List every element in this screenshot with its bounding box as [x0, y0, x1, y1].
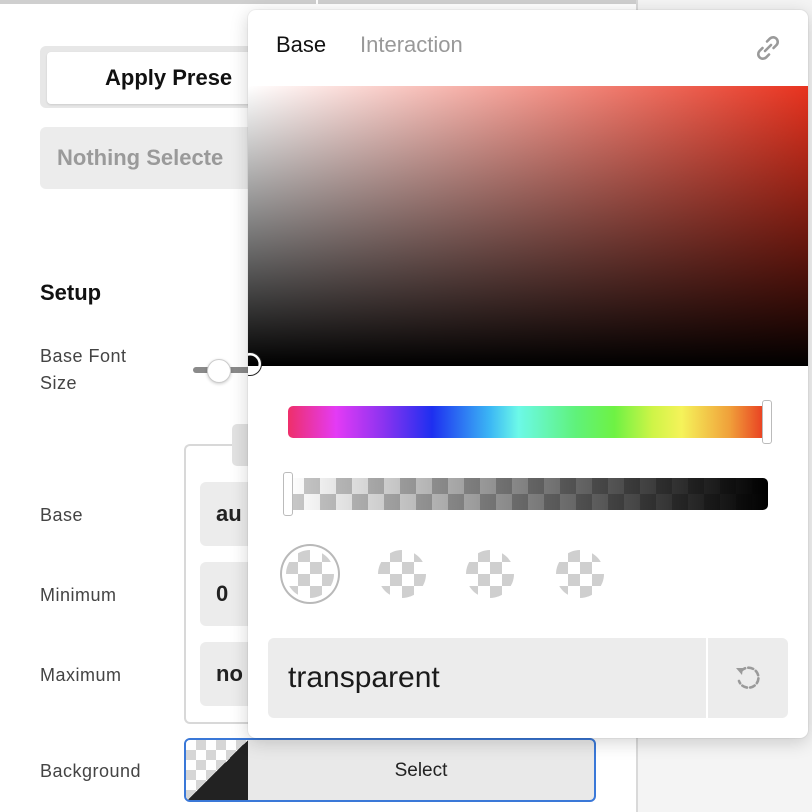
base-font-size-label-line1: Base Font: [40, 346, 127, 366]
minimum-label: Minimum: [40, 585, 117, 605]
link-icon[interactable]: [752, 32, 784, 64]
background-color-swatch[interactable]: [186, 740, 248, 800]
swatch-preset[interactable]: [556, 550, 604, 598]
background-select-label: Select: [394, 760, 448, 781]
background-label: Background: [40, 761, 142, 781]
saturation-value-handle[interactable]: [248, 350, 264, 378]
base-font-size-label-line2: Size: [40, 373, 78, 393]
saturation-value-area[interactable]: [248, 86, 808, 366]
maximum-label: Maximum: [40, 665, 122, 685]
base-font-size-slider-thumb[interactable]: [207, 359, 231, 383]
tab-interaction[interactable]: Interaction: [360, 32, 463, 58]
background-color-select[interactable]: Select: [184, 738, 596, 802]
swatch-preset[interactable]: [466, 550, 514, 598]
color-picker-popup: Base Interaction transparent: [248, 10, 808, 738]
base-font-size-label: Base Font Size: [40, 346, 127, 394]
reset-button[interactable]: [708, 638, 788, 718]
tab-base[interactable]: Base: [276, 32, 326, 58]
hue-slider-handle[interactable]: [762, 400, 772, 444]
swatch-transparent[interactable]: [286, 550, 334, 598]
alpha-slider[interactable]: [288, 478, 768, 510]
alpha-slider-handle[interactable]: [283, 472, 293, 516]
top-divider: [0, 0, 636, 4]
swatch-preset[interactable]: [378, 550, 426, 598]
hue-slider[interactable]: [288, 406, 768, 438]
reset-icon: [736, 666, 760, 689]
base-label: Base: [40, 505, 84, 525]
setup-heading: Setup: [40, 280, 102, 305]
color-value-input[interactable]: transparent: [268, 638, 706, 718]
